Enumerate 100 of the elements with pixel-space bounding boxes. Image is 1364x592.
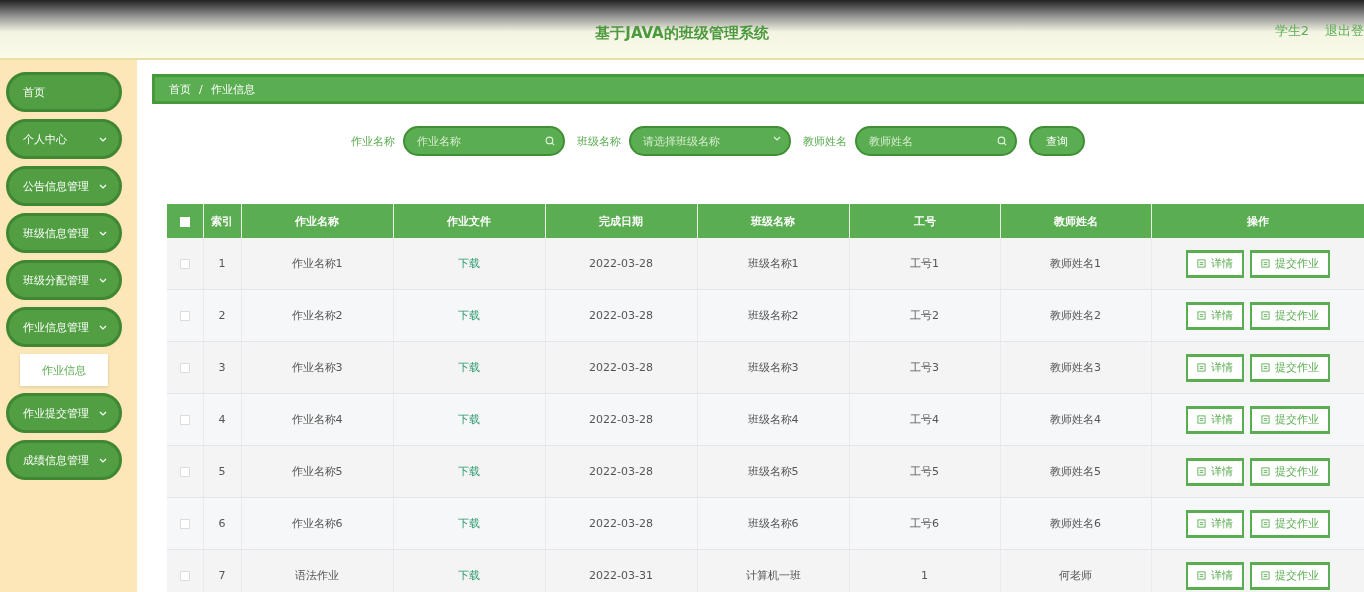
details-button[interactable]: 详情: [1185, 301, 1244, 330]
table-cell: 2022-03-28: [589, 413, 653, 426]
document-icon: [1196, 519, 1206, 528]
sidebar-item[interactable]: 班级分配管理: [6, 260, 122, 300]
document-icon: [1260, 519, 1270, 528]
submit-button[interactable]: 提交作业: [1249, 353, 1330, 382]
row-checkbox[interactable]: [179, 519, 190, 529]
download-link[interactable]: 下载: [458, 361, 480, 374]
table-cell: 班级名称3: [747, 361, 799, 374]
table-cell: 6: [218, 517, 226, 530]
select-field[interactable]: 请选择班级名称: [629, 126, 791, 156]
sidebar-item[interactable]: 首页: [6, 72, 122, 112]
download-link[interactable]: 下载: [458, 465, 480, 478]
field-label: 教师姓名: [803, 133, 847, 149]
table-cell: 2022-03-28: [589, 257, 653, 270]
document-icon: [1196, 571, 1206, 580]
document-icon: [1260, 571, 1270, 580]
table-cell: 5: [218, 465, 226, 478]
chevron-down-icon: [99, 410, 107, 416]
field-label: 班级名称: [577, 133, 621, 149]
table-cell: 作业名称2: [291, 309, 343, 322]
details-button[interactable]: 详情: [1185, 509, 1244, 538]
document-icon: [1196, 259, 1206, 268]
document-icon: [1260, 259, 1270, 268]
field-label: 作业名称: [351, 133, 395, 149]
column-header: 完成日期: [599, 214, 643, 228]
select-all-checkbox[interactable]: [179, 216, 190, 227]
table-cell: 1: [218, 257, 226, 270]
chevron-down-icon: [99, 136, 107, 142]
breadcrumb-separator: /: [199, 82, 203, 96]
submit-button[interactable]: 提交作业: [1249, 301, 1330, 330]
table-cell: 2022-03-28: [589, 517, 653, 530]
table-cell: 作业名称1: [291, 257, 343, 270]
download-link[interactable]: 下载: [458, 309, 480, 322]
column-header: 操作: [1246, 214, 1269, 228]
submit-button[interactable]: 提交作业: [1249, 249, 1330, 278]
row-checkbox[interactable]: [179, 259, 190, 269]
breadcrumb-item[interactable]: 作业信息: [210, 81, 255, 97]
download-link[interactable]: 下载: [458, 413, 480, 426]
sidebar-item[interactable]: 公告信息管理: [6, 166, 122, 206]
table-cell: 工号3: [910, 361, 939, 374]
submit-button[interactable]: 提交作业: [1249, 457, 1330, 486]
chevron-down-icon: [773, 136, 781, 141]
table-cell: 3: [218, 361, 226, 374]
document-icon: [1196, 363, 1206, 372]
submit-button[interactable]: 提交作业: [1249, 509, 1330, 538]
chevron-down-icon: [99, 230, 107, 236]
sidebar-item[interactable]: 作业提交管理: [6, 393, 122, 433]
search-field[interactable]: 作业名称: [403, 126, 565, 156]
table-cell: 7: [218, 569, 226, 582]
logout-link[interactable]: 退出登: [1325, 22, 1364, 40]
table-cell: 工号2: [910, 309, 939, 322]
document-icon: [1196, 415, 1206, 424]
document-icon: [1260, 415, 1270, 424]
search-button[interactable]: 查询: [1029, 126, 1085, 156]
sidebar-item[interactable]: 作业信息管理: [6, 307, 122, 347]
details-button[interactable]: 详情: [1185, 405, 1244, 434]
row-checkbox[interactable]: [179, 571, 190, 581]
sidebar-item[interactable]: 成绩信息管理: [6, 440, 122, 480]
download-link[interactable]: 下载: [458, 569, 480, 582]
submit-button[interactable]: 提交作业: [1249, 561, 1330, 590]
table-cell: 教师姓名2: [1050, 309, 1101, 322]
submenu-item[interactable]: 作业信息: [20, 354, 108, 386]
table-cell: 2022-03-28: [589, 309, 653, 322]
table-cell: 2022-03-31: [589, 569, 653, 582]
details-button[interactable]: 详情: [1185, 561, 1244, 590]
chevron-down-icon: [99, 277, 107, 283]
column-header: 索引: [211, 214, 233, 228]
table-cell: 教师姓名5: [1050, 465, 1101, 478]
details-button[interactable]: 详情: [1185, 457, 1244, 486]
details-button[interactable]: 详情: [1185, 353, 1244, 382]
row-checkbox[interactable]: [179, 363, 190, 373]
table-cell: 工号6: [910, 517, 939, 530]
download-link[interactable]: 下载: [458, 517, 480, 530]
sidebar-item[interactable]: 个人中心: [6, 119, 122, 159]
table-cell: 班级名称6: [747, 517, 799, 530]
row-checkbox[interactable]: [179, 415, 190, 425]
table-cell: 4: [218, 413, 226, 426]
table-cell: 作业名称6: [291, 517, 343, 530]
row-checkbox[interactable]: [179, 311, 190, 321]
user-name: 学生2: [1274, 22, 1309, 40]
chevron-down-icon: [99, 183, 107, 189]
details-button[interactable]: 详情: [1185, 249, 1244, 278]
table-cell: 1: [921, 569, 928, 582]
download-link[interactable]: 下载: [458, 257, 480, 270]
document-icon: [1260, 467, 1270, 476]
document-icon: [1196, 311, 1206, 320]
table-cell: 2022-03-28: [589, 361, 653, 374]
search-field[interactable]: 教师姓名: [855, 126, 1017, 156]
breadcrumb-item[interactable]: 首页: [169, 81, 191, 97]
submit-button[interactable]: 提交作业: [1249, 405, 1330, 434]
table-cell: 2: [218, 309, 226, 322]
table-cell: 班级名称5: [747, 465, 799, 478]
table-cell: 作业名称4: [291, 413, 343, 426]
table-cell: 作业名称5: [291, 465, 343, 478]
table-cell: 教师姓名3: [1050, 361, 1101, 374]
table-cell: 工号5: [910, 465, 939, 478]
sidebar-item[interactable]: 班级信息管理: [6, 213, 122, 253]
row-checkbox[interactable]: [179, 467, 190, 477]
table-cell: 工号4: [910, 413, 939, 426]
